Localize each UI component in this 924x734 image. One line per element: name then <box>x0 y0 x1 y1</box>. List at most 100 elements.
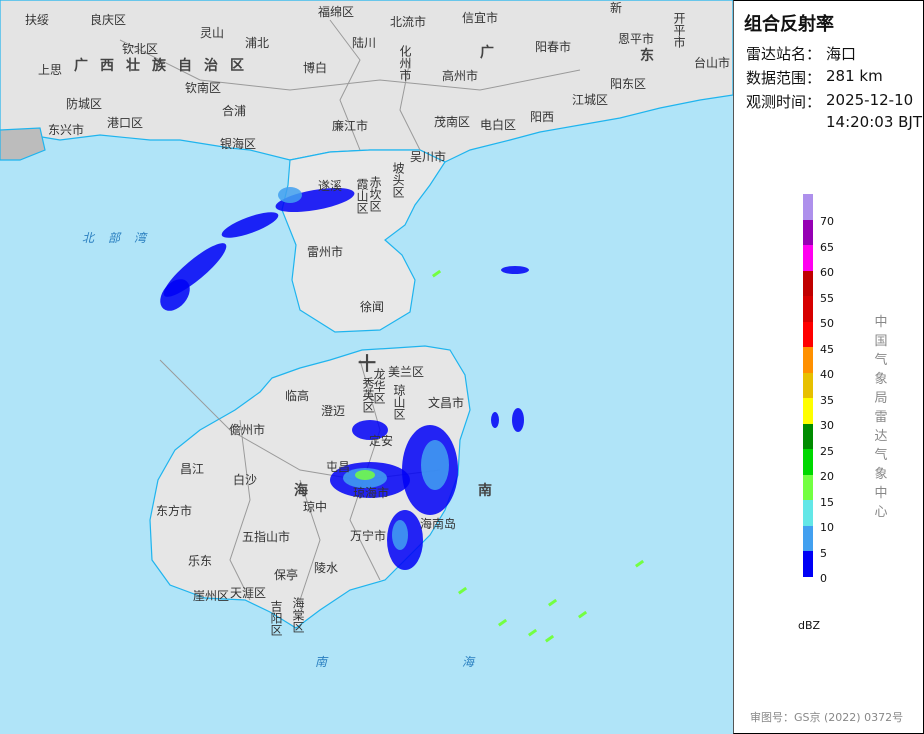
place-label: 五指山市 <box>242 530 291 544</box>
place-label: 崖州区 <box>193 589 230 603</box>
place-label: 陵水 <box>314 561 339 575</box>
place-label: 开平市 <box>672 12 686 48</box>
place-label: 阳春市 <box>535 40 572 54</box>
legend-tick: 35 <box>820 393 834 407</box>
legend-swatch <box>803 423 813 449</box>
place-label: 信宜市 <box>462 11 499 25</box>
place-label: 银海区 <box>220 137 257 151</box>
place-label: 徐闻 <box>360 300 385 314</box>
legend-tick: 40 <box>820 368 834 381</box>
legend-tick: 0 <box>820 572 827 585</box>
place-label: 恩平市 <box>618 32 655 46</box>
place-label: 琼中 <box>303 500 328 514</box>
place-label: 新 <box>610 1 623 15</box>
legend-swatch <box>803 551 813 577</box>
legend-tick: 20 <box>820 470 834 483</box>
legend-tick: 70 <box>820 215 834 228</box>
place-label: 东 <box>640 48 666 64</box>
place-label: 遂溪 <box>318 179 343 193</box>
radar-echo <box>491 412 499 428</box>
radar-center-marker: 十 <box>358 354 376 375</box>
place-label: 霞山区 <box>355 178 369 214</box>
legend-swatch <box>803 245 813 271</box>
place-label: 昌江 <box>180 462 205 476</box>
place-label: 广 <box>480 45 506 61</box>
place-label: 临高 <box>285 389 310 403</box>
approval-number: 审图号：GS京 (2022) 0372号 <box>750 711 904 724</box>
place-label: 广西壮族自治区 <box>74 58 256 74</box>
station-row: 雷达站名： 海口 <box>746 43 856 64</box>
radar-echo <box>547 598 558 607</box>
radar-echo <box>501 266 529 274</box>
place-label: 乐东 <box>188 554 213 568</box>
place-label: 博白 <box>303 61 328 75</box>
place-label: 扶绥 <box>25 13 50 27</box>
radar-echo <box>421 440 449 490</box>
place-label: 吉阳区 <box>269 600 283 636</box>
legend-unit: dBZ <box>798 619 821 632</box>
place-label: 南 <box>478 483 504 499</box>
place-label: 江城区 <box>572 93 609 107</box>
place-label: 东方市 <box>156 504 193 518</box>
legend-swatch <box>803 321 813 347</box>
place-label: 吴川市 <box>410 150 447 164</box>
place-label: 美兰区 <box>388 365 425 379</box>
place-label: 雷州市 <box>307 245 344 259</box>
place-label: 台山市 <box>694 56 731 70</box>
place-label: 浦北 <box>245 36 270 50</box>
radar-echo <box>545 634 555 643</box>
legend-tick: 60 <box>820 266 834 279</box>
legend-tick: 65 <box>820 240 834 254</box>
legend-swatch <box>803 347 813 373</box>
place-label: 陆川 <box>352 36 377 50</box>
place-label: 合浦 <box>222 104 247 118</box>
range-row: 数据范围： 281 km <box>746 67 883 88</box>
place-label: 茂南区 <box>434 115 471 129</box>
product-title: 组合反射率 <box>744 14 834 35</box>
radar-echo <box>278 187 302 203</box>
place-label: 文昌市 <box>428 396 465 410</box>
legend-swatch <box>803 500 813 526</box>
place-label: 廉江市 <box>332 119 369 133</box>
range-label: 数据范围： <box>746 69 822 87</box>
legend-tick: 45 <box>820 342 834 356</box>
radar-echo <box>635 559 645 568</box>
place-label: 坡头区 <box>391 162 405 198</box>
radar-echo <box>355 470 375 480</box>
legend-swatch <box>803 372 813 398</box>
time-date: 2025-12-10 <box>826 91 914 109</box>
radar-echo <box>457 586 468 595</box>
place-label: 屯昌 <box>326 460 351 474</box>
time-label: 观测时间： <box>746 93 822 111</box>
place-label: 阳东区 <box>610 77 647 91</box>
place-label: 琼山区 <box>392 384 406 420</box>
radar-echo <box>528 628 538 637</box>
radar-echo <box>431 269 442 278</box>
place-label: 儋州市 <box>229 423 266 437</box>
place-label: 化州市 <box>398 45 412 81</box>
place-label: 海棠区 <box>291 597 305 633</box>
place-label: 上思 <box>38 63 63 77</box>
legend-swatch <box>803 296 813 322</box>
radar-echo <box>221 212 279 238</box>
legend-swatch <box>803 525 813 551</box>
legend-swatch <box>803 449 813 475</box>
place-label: 良庆区 <box>90 13 127 27</box>
organization-text: 中国气象局雷达气象中心 <box>874 315 888 520</box>
sea-label: 海 <box>462 655 489 669</box>
legend-swatch <box>803 194 813 220</box>
radar-echo <box>497 618 508 627</box>
legend-tick: 55 <box>820 291 834 305</box>
place-label: 万宁市 <box>350 529 387 543</box>
place-label: 北流市 <box>390 15 427 29</box>
place-label: 白沙 <box>233 473 258 487</box>
station-label: 雷达站名： <box>746 45 822 63</box>
radar-map[interactable]: 扶绥 良庆区 福绵区 北流市 信宜市 新灵山 钦北区 浦北 陆川 化州市 广 阳春市 恩平市 开平市 台山市… <box>0 0 733 734</box>
time-clock: 14:20:03 BJT <box>826 113 923 131</box>
sea-label: 北部湾 <box>82 231 161 245</box>
legend-tick: 30 <box>820 419 834 432</box>
legend-tick: 15 <box>820 495 834 509</box>
range-value: 281 km <box>826 67 883 85</box>
legend-tick: 25 <box>820 444 834 458</box>
legend-tick: 5 <box>820 546 827 560</box>
